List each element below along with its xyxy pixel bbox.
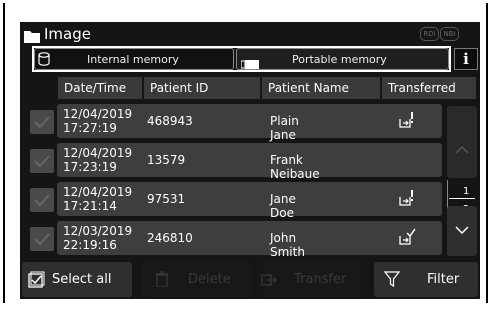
scroll-up-button[interactable] xyxy=(447,106,477,178)
row-patient-name: Frank Neibaue xyxy=(270,153,320,181)
frame-left-border xyxy=(3,3,5,303)
column-header-transferred: Transferred xyxy=(382,77,476,99)
row-checkbox[interactable] xyxy=(30,149,54,173)
info-button[interactable]: i xyxy=(454,48,478,70)
row-date: 12/04/2019 xyxy=(63,185,133,199)
page-divider xyxy=(449,198,475,199)
delete-label: Delete xyxy=(188,272,231,287)
row-checkbox[interactable] xyxy=(30,110,54,134)
nbi-indicator-icon: NBI xyxy=(440,27,459,41)
check-icon xyxy=(34,155,50,168)
row-time: 17:23:19 xyxy=(63,160,117,174)
tab-portable-memory[interactable]: Portable memory xyxy=(236,48,449,70)
tab-internal-memory[interactable]: Internal memory xyxy=(34,48,234,70)
chevron-down-icon xyxy=(455,226,469,234)
row-patient-name: Plain Jane xyxy=(270,114,299,142)
row-patient-id: 13579 xyxy=(147,153,186,167)
row-datetime: 12/04/2019 17:23:19 xyxy=(63,146,132,174)
trash-icon xyxy=(156,271,168,287)
filter-label: Filter xyxy=(427,272,460,287)
transfer-warning-icon xyxy=(398,111,416,133)
select-all-icon xyxy=(28,271,45,288)
transfer-button[interactable]: Transfer xyxy=(257,262,367,297)
row-datetime: 12/04/2019 17:21:14 xyxy=(63,185,132,213)
row-date: 12/04/2019 xyxy=(63,146,133,160)
folder-icon xyxy=(24,28,40,47)
check-icon xyxy=(34,116,50,129)
current-page: 1 xyxy=(463,186,470,197)
row-time: 17:27:19 xyxy=(63,121,117,135)
row-datetime: 12/04/2019 17:27:19 xyxy=(63,107,132,135)
row-date: 12/04/2019 xyxy=(63,107,133,121)
filter-button[interactable]: Filter xyxy=(374,262,478,297)
column-header-patient-name: Patient Name xyxy=(262,77,380,99)
row-checkbox[interactable] xyxy=(30,227,54,251)
chevron-up-icon xyxy=(455,146,469,154)
row-date: 12/03/2019 xyxy=(63,224,133,238)
title-bar: Image RDI NBI xyxy=(20,22,480,46)
transfer-warning-icon xyxy=(398,189,416,211)
transfer-complete-icon xyxy=(398,228,416,250)
row-datetime: 12/03/2019 22:19:16 xyxy=(63,224,132,252)
select-all-label: Select all xyxy=(52,272,112,287)
select-all-button[interactable]: Select all xyxy=(22,262,132,297)
tab-portable-memory-label: Portable memory xyxy=(292,53,387,66)
row-patient-name: Jane Doe xyxy=(270,192,296,220)
check-icon xyxy=(34,194,50,207)
tab-internal-memory-label: Internal memory xyxy=(87,53,179,66)
scroll-down-button[interactable] xyxy=(447,206,477,256)
column-header-datetime: Date/Time xyxy=(58,77,142,99)
column-header-patient-id: Patient ID xyxy=(144,77,260,99)
page-title: Image xyxy=(44,25,91,43)
row-patient-id: 468943 xyxy=(147,114,193,128)
row-patient-id: 246810 xyxy=(147,231,193,245)
rdi-indicator-icon: RDI xyxy=(420,27,439,41)
frame-right-border xyxy=(486,3,488,303)
transfer-icon xyxy=(261,274,277,286)
delete-button[interactable]: Delete xyxy=(142,262,252,297)
image-screen: Image RDI NBI Internal memory Portable m… xyxy=(20,22,480,299)
filter-icon xyxy=(384,271,400,287)
row-time: 17:21:14 xyxy=(63,199,117,213)
transfer-label: Transfer xyxy=(294,272,347,287)
row-checkbox[interactable] xyxy=(30,188,54,212)
memory-cylinder-icon xyxy=(38,52,50,74)
row-patient-name: John Smith xyxy=(270,231,305,259)
row-time: 22:19:16 xyxy=(63,238,117,252)
usb-stick-icon xyxy=(240,55,259,77)
row-patient-id: 97531 xyxy=(147,192,186,206)
check-icon xyxy=(34,233,50,246)
